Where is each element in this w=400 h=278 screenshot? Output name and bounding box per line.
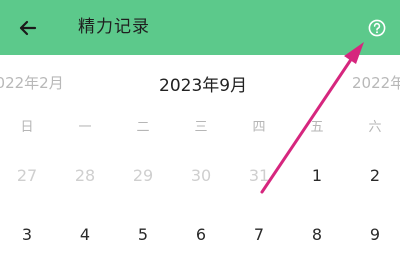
calendar-day[interactable]: 29 [123, 166, 163, 185]
question-circle-icon [368, 19, 386, 37]
weekday-label: 三 [194, 120, 208, 135]
calendar-week: 27 28 29 30 31 1 2 [0, 166, 400, 192]
calendar-week: 3 4 5 6 7 8 9 [0, 225, 400, 251]
calendar-day[interactable]: 8 [297, 225, 337, 244]
calendar-day[interactable]: 7 [239, 225, 279, 244]
weekday-header: 日 一 二 三 四 五 六 [0, 116, 400, 138]
calendar-day[interactable]: 6 [181, 225, 221, 244]
calendar-day[interactable]: 3 [7, 225, 47, 244]
weekday-label: 六 [368, 120, 382, 135]
calendar-day[interactable]: 2 [355, 166, 395, 185]
calendar-day[interactable]: 9 [355, 225, 395, 244]
calendar-day[interactable]: 31 [239, 166, 279, 185]
weekday-label: 四 [252, 120, 266, 135]
app-header: 精力记录 [0, 0, 400, 55]
weekday-label: 五 [310, 120, 324, 135]
month-prev[interactable]: 2022年2月 [0, 72, 64, 93]
month-selector: 2022年2月 2023年9月 2022年 [0, 66, 400, 100]
page-title: 精力记录 [78, 17, 150, 37]
calendar-day[interactable]: 1 [297, 166, 337, 185]
calendar-day[interactable]: 27 [7, 166, 47, 185]
weekday-label: 一 [78, 120, 92, 135]
calendar-day[interactable]: 28 [65, 166, 105, 185]
calendar-day[interactable]: 30 [181, 166, 221, 185]
calendar-day[interactable]: 5 [123, 225, 163, 244]
month-current[interactable]: 2023年9月 [159, 71, 247, 96]
calendar-day[interactable]: 4 [65, 225, 105, 244]
back-button[interactable] [14, 14, 42, 42]
help-button[interactable] [366, 17, 388, 39]
month-next[interactable]: 2022年 [352, 72, 400, 93]
weekday-label: 二 [136, 120, 150, 135]
weekday-label: 日 [20, 120, 34, 135]
arrow-left-icon [19, 20, 37, 36]
